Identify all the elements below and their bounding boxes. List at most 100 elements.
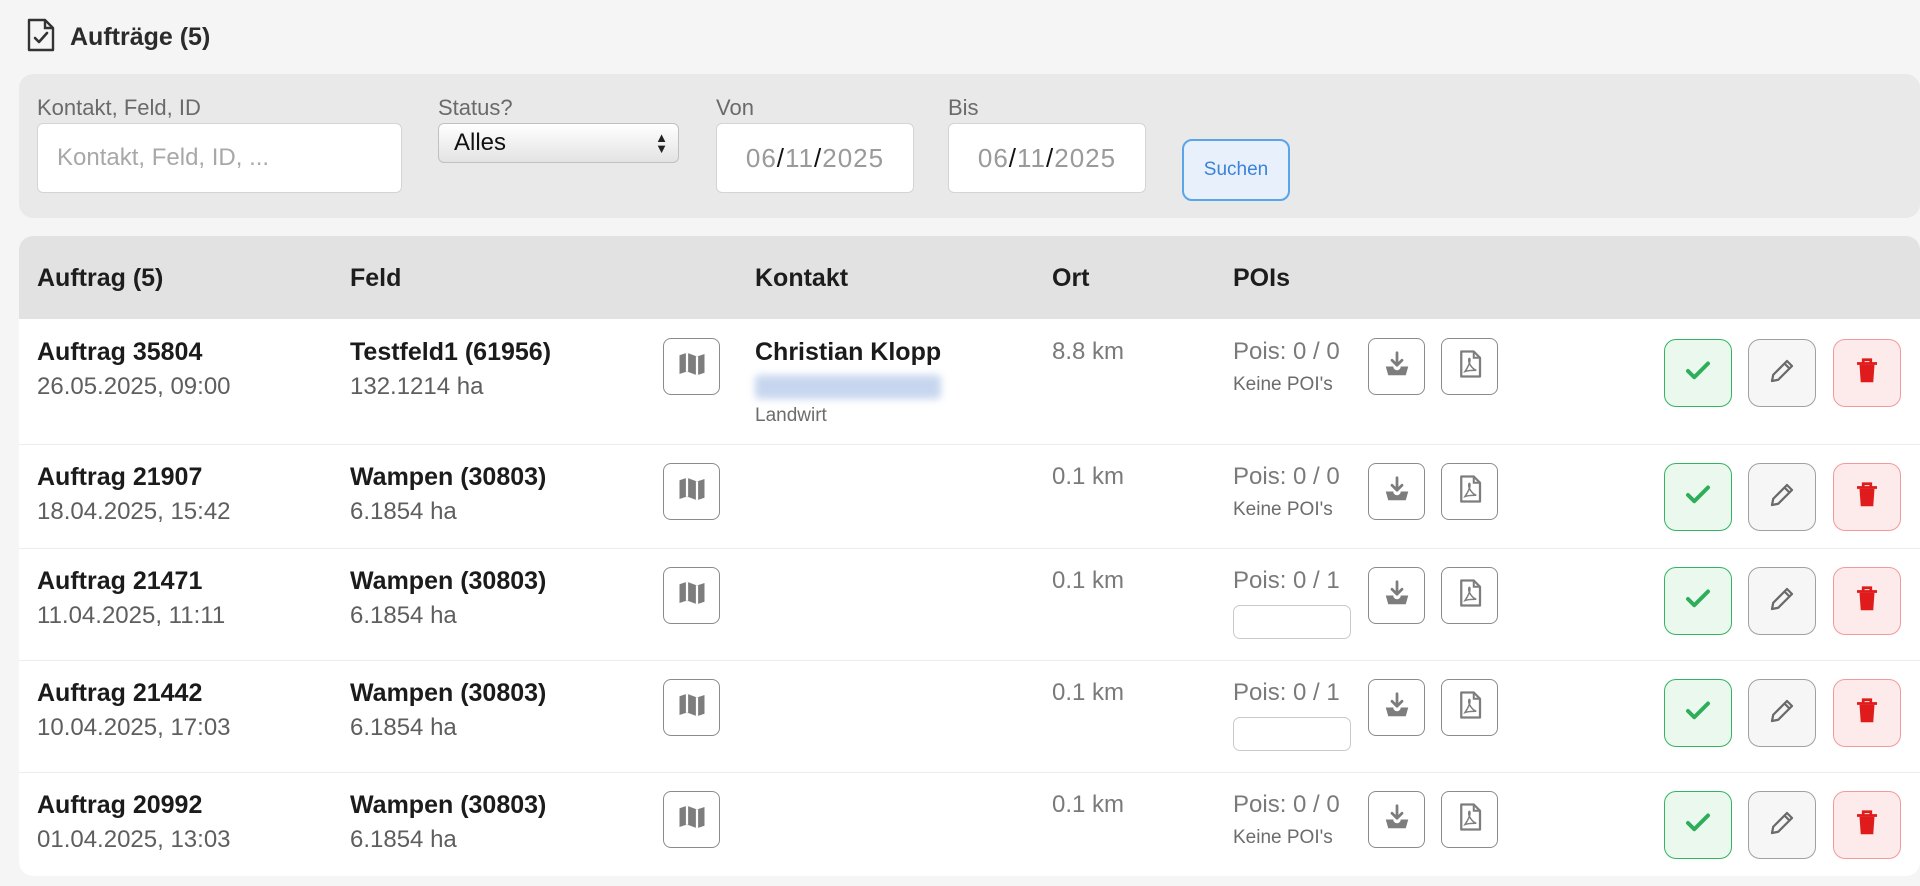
map-button[interactable]: [663, 791, 720, 848]
document-check-icon: [26, 18, 56, 57]
order-title: Auftrag 35804: [37, 338, 203, 366]
download-icon: [1382, 578, 1412, 613]
pdf-button[interactable]: [1441, 338, 1498, 395]
download-icon: [1382, 690, 1412, 725]
field-area: 6.1854 ha: [350, 602, 457, 629]
trash-icon: [1852, 696, 1882, 731]
order-date: 18.04.2025, 15:42: [37, 498, 231, 525]
download-button[interactable]: [1368, 463, 1425, 520]
order-date: 11.04.2025, 11:11: [37, 602, 226, 629]
table-header: Auftrag (5) Feld Kontakt Ort POIs: [19, 236, 1920, 319]
field-name: Testfeld1 (61956): [350, 338, 552, 366]
table-row: Auftrag 35804 26.05.2025, 09:00 Testfeld1…: [19, 319, 1920, 445]
delete-button[interactable]: [1833, 679, 1901, 747]
contact-role: Landwirt: [755, 405, 827, 426]
complete-button[interactable]: [1664, 791, 1732, 859]
pencil-icon: [1767, 808, 1797, 843]
order-title: Auftrag 21907: [37, 463, 203, 491]
distance: 8.8 km: [1052, 338, 1125, 365]
trash-icon: [1852, 808, 1882, 843]
pencil-icon: [1767, 480, 1797, 515]
status-label: Status?: [438, 95, 513, 120]
map-icon: [677, 690, 707, 725]
check-icon: [1683, 356, 1713, 391]
trash-icon: [1852, 356, 1882, 391]
pdf-button[interactable]: [1441, 679, 1498, 736]
complete-button[interactable]: [1664, 567, 1732, 635]
map-button[interactable]: [663, 463, 720, 520]
search-button[interactable]: Suchen: [1182, 139, 1290, 201]
pdf-button[interactable]: [1441, 791, 1498, 848]
edit-button[interactable]: [1748, 567, 1816, 635]
page-title: Aufträge (5): [70, 23, 211, 51]
table-row: Auftrag 21471 11.04.2025, 11:11 Wampen (3…: [19, 549, 1920, 661]
complete-button[interactable]: [1664, 339, 1732, 407]
header-pois: POIs: [1233, 264, 1290, 292]
to-label: Bis: [948, 95, 979, 120]
field-name: Wampen (30803): [350, 463, 547, 491]
search-label: Kontakt, Feld, ID: [37, 95, 201, 120]
edit-button[interactable]: [1748, 339, 1816, 407]
header-order: Auftrag (5): [37, 264, 164, 292]
edit-button[interactable]: [1748, 791, 1816, 859]
pois-count: Pois: 0 / 1: [1233, 679, 1340, 706]
from-label: Von: [716, 95, 754, 120]
from-month: 11: [785, 142, 815, 173]
check-icon: [1683, 480, 1713, 515]
pdf-icon: [1455, 690, 1485, 725]
edit-button[interactable]: [1748, 679, 1816, 747]
download-icon: [1382, 802, 1412, 837]
pois-count: Pois: 0 / 1: [1233, 567, 1340, 594]
header-contact: Kontakt: [755, 264, 849, 292]
to-date-input[interactable]: 06/11/2025: [948, 123, 1146, 193]
field-name: Wampen (30803): [350, 679, 547, 707]
select-arrows-icon: ▲ ▼: [655, 130, 668, 156]
table-row: Auftrag 20992 01.04.2025, 13:03 Wampen (3…: [19, 773, 1920, 876]
delete-button[interactable]: [1833, 791, 1901, 859]
page-header: Aufträge (5): [26, 18, 210, 57]
field-name: Wampen (30803): [350, 567, 547, 595]
map-button[interactable]: [663, 567, 720, 624]
order-date: 01.04.2025, 13:03: [37, 826, 231, 853]
from-day: 06: [745, 142, 777, 173]
status-select[interactable]: Alles ▲ ▼: [438, 123, 679, 163]
search-input[interactable]: Kontakt, Feld, ID, ...: [37, 123, 402, 193]
to-day: 06: [977, 142, 1009, 173]
delete-button[interactable]: [1833, 339, 1901, 407]
download-button[interactable]: [1368, 567, 1425, 624]
map-icon: [677, 474, 707, 509]
pois-note: Keine POI's: [1233, 499, 1333, 520]
delete-button[interactable]: [1833, 567, 1901, 635]
distance: 0.1 km: [1052, 791, 1125, 818]
pois-count: Pois: 0 / 0: [1233, 463, 1340, 490]
check-icon: [1683, 584, 1713, 619]
complete-button[interactable]: [1664, 463, 1732, 531]
pois-note: Keine POI's: [1233, 827, 1333, 848]
check-icon: [1683, 808, 1713, 843]
to-year: 2025: [1054, 142, 1117, 173]
download-button[interactable]: [1368, 791, 1425, 848]
table-row: Auftrag 21442 10.04.2025, 17:03 Wampen (3…: [19, 661, 1920, 773]
map-icon: [677, 578, 707, 613]
trash-icon: [1852, 584, 1882, 619]
pencil-icon: [1767, 584, 1797, 619]
pdf-button[interactable]: [1441, 567, 1498, 624]
pencil-icon: [1767, 356, 1797, 391]
pois-count: Pois: 0 / 0: [1233, 791, 1340, 818]
filter-panel: Kontakt, Feld, ID Kontakt, Feld, ID, ...…: [19, 74, 1920, 218]
map-button[interactable]: [663, 338, 720, 395]
edit-button[interactable]: [1748, 463, 1816, 531]
download-button[interactable]: [1368, 679, 1425, 736]
pdf-button[interactable]: [1441, 463, 1498, 520]
contact-name[interactable]: Christian Klopp: [755, 338, 941, 367]
delete-button[interactable]: [1833, 463, 1901, 531]
complete-button[interactable]: [1664, 679, 1732, 747]
map-button[interactable]: [663, 679, 720, 736]
map-icon: [677, 802, 707, 837]
pois-count: Pois: 0 / 0: [1233, 338, 1340, 365]
poi-field[interactable]: [1233, 717, 1351, 751]
pdf-icon: [1455, 349, 1485, 384]
download-button[interactable]: [1368, 338, 1425, 395]
from-date-input[interactable]: 06/11/2025: [716, 123, 914, 193]
poi-field[interactable]: [1233, 605, 1351, 639]
